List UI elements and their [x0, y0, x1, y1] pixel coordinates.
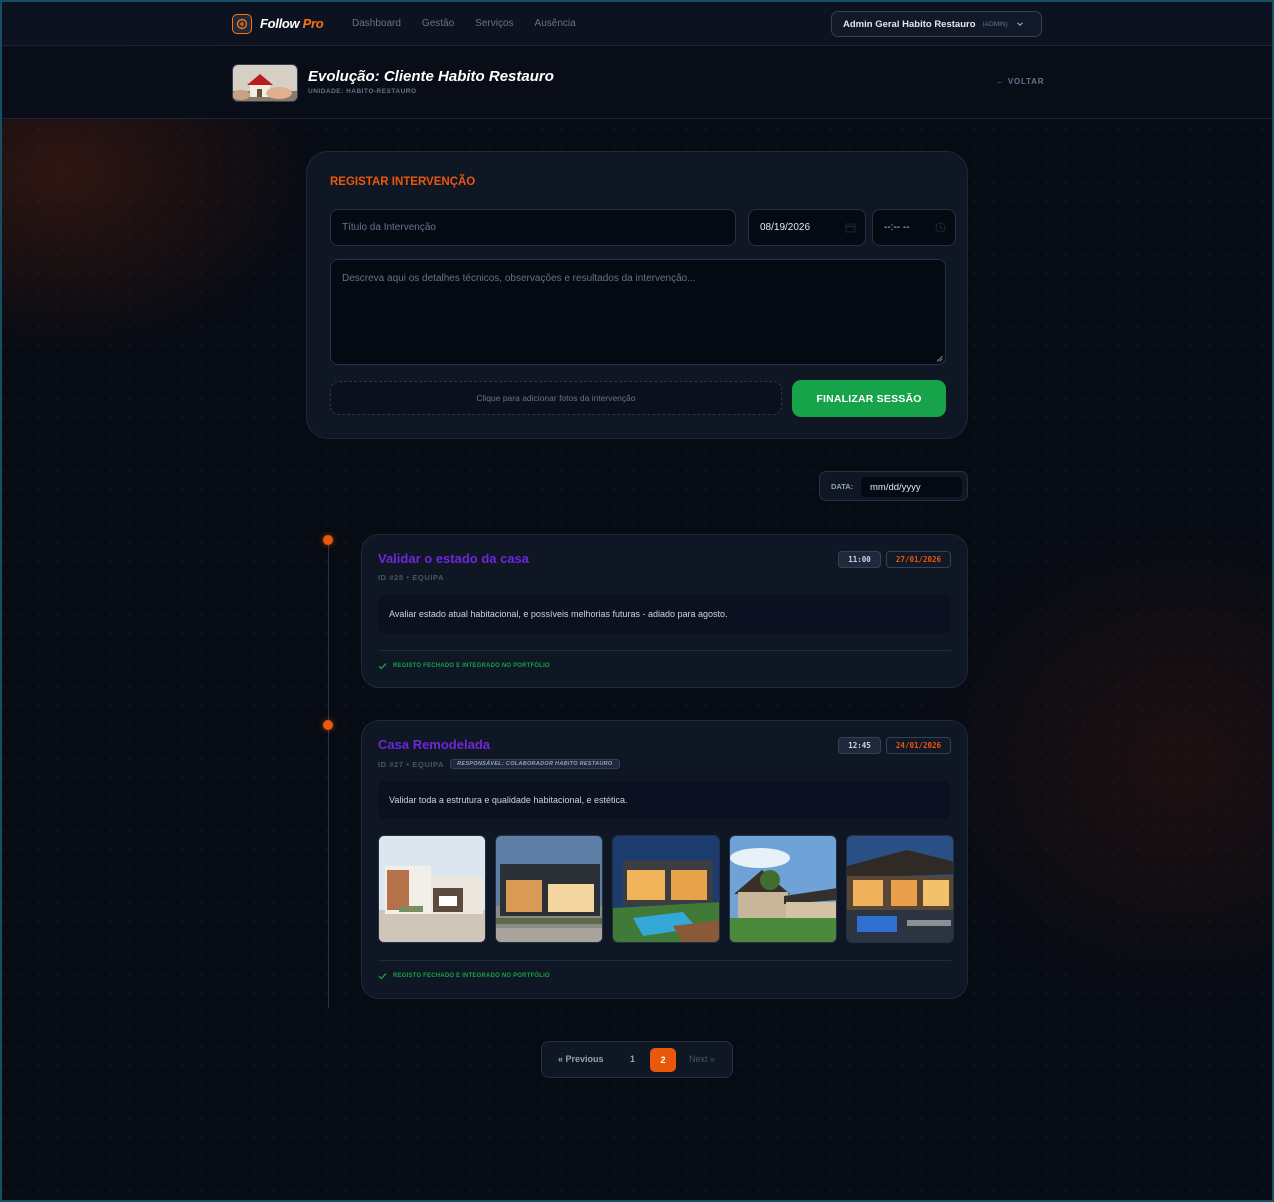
finish-session-button[interactable]: FINALIZAR SESSÃO — [792, 380, 946, 417]
check-icon — [378, 663, 387, 670]
entry-status-text: REGISTO FECHADO E INTEGRADO NO PORTFÓLIO — [393, 663, 550, 669]
resize-handle-icon[interactable] — [936, 355, 943, 362]
entry-photo[interactable] — [495, 835, 603, 943]
entry-date-badge: 24/01/2026 — [886, 737, 951, 754]
page-title: Evolução: Cliente Habito Restauro — [308, 68, 554, 85]
time-value: --:-- -- — [884, 222, 910, 233]
responsible-badge: RESPONSÁVEL: COLABORADOR HABITO RESTAURO — [450, 759, 620, 769]
date-value: 08/19/2026 — [760, 222, 811, 233]
entry-photo[interactable] — [846, 835, 954, 943]
entry-title: Validar o estado da casa — [378, 551, 530, 566]
timeline-entry: Casa Remodelada ID #27 • EQUIPA RESPONSÁ… — [361, 720, 968, 999]
entry-meta: ID #28 • EQUIPA — [378, 573, 444, 582]
calendar-icon[interactable] — [845, 222, 856, 233]
entry-description: Avaliar estado atual habitacional, e pos… — [378, 595, 951, 633]
description-placeholder: Descreva aqui os detalhes técnicos, obse… — [342, 273, 696, 284]
pagination-next[interactable]: Next » — [689, 1054, 715, 1064]
top-nav: Follow Pro Dashboard Gestão Serviços Aus… — [2, 2, 1272, 46]
entry-photo[interactable] — [612, 835, 720, 943]
entry-divider — [378, 960, 951, 961]
photo-upload-dropzone[interactable]: Clique para adicionar fotos da intervenç… — [330, 381, 782, 415]
page-header: Evolução: Cliente Habito Restauro UNIDAD… — [2, 47, 1272, 119]
entry-id: ID #27 • EQUIPA — [378, 759, 445, 769]
entry-title: Casa Remodelada — [378, 737, 490, 752]
entry-photo[interactable] — [729, 835, 837, 943]
entry-photo-gallery — [378, 835, 954, 943]
entry-divider — [378, 650, 951, 651]
timeline-entry: Validar o estado da casa ID #28 • EQUIPA… — [361, 534, 968, 688]
pagination-page-1[interactable]: 1 — [630, 1054, 635, 1064]
intervention-title-input[interactable]: Título da Intervenção — [330, 209, 736, 246]
timeline-line — [328, 542, 329, 1008]
intervention-description-textarea[interactable]: Descreva aqui os detalhes técnicos, obse… — [330, 259, 946, 365]
pagination-page-2-current[interactable]: 2 — [650, 1048, 676, 1072]
client-thumbnail — [232, 64, 298, 102]
check-icon — [378, 973, 387, 980]
nav-servicos[interactable]: Serviços — [475, 18, 513, 29]
entry-status: REGISTO FECHADO E INTEGRADO NO PORTFÓLIO — [378, 662, 550, 670]
entry-time-badge: 11:00 — [838, 551, 881, 568]
nav-links: Dashboard Gestão Serviços Ausência — [352, 18, 597, 29]
back-link[interactable]: ← VOLTAR — [996, 77, 1044, 86]
brand-accent: Pro — [302, 16, 324, 31]
entry-meta: ID #27 • EQUIPA RESPONSÁVEL: COLABORADOR… — [378, 759, 620, 769]
intervention-form: REGISTAR INTERVENÇÃO Título da Intervenç… — [306, 151, 968, 439]
nav-ausencia[interactable]: Ausência — [535, 18, 576, 29]
timeline-dot — [323, 535, 333, 545]
user-name: Admin Geral Habito Restauro — [843, 18, 976, 30]
pagination-previous[interactable]: « Previous — [558, 1054, 604, 1064]
entry-date-badge: 27/01/2026 — [886, 551, 951, 568]
chevron-down-icon — [1016, 22, 1023, 27]
pagination: « Previous 1 2 Next » — [541, 1041, 733, 1078]
nav-gestao[interactable]: Gestão — [422, 18, 454, 29]
entry-id: ID #28 • EQUIPA — [378, 573, 445, 582]
brand-logo[interactable]: Follow Pro — [260, 16, 324, 31]
entry-status: REGISTO FECHADO E INTEGRADO NO PORTFÓLIO — [378, 972, 550, 980]
nav-dashboard[interactable]: Dashboard — [352, 18, 401, 29]
entry-description: Validar toda a estrutura e qualidade hab… — [378, 781, 951, 819]
user-menu-button[interactable]: Admin Geral Habito Restauro (ADMIN) — [831, 11, 1042, 37]
form-heading: REGISTAR INTERVENÇÃO — [330, 176, 476, 188]
brand-main: Follow — [260, 16, 300, 31]
logo-icon[interactable] — [232, 14, 252, 34]
date-filter-label: DATA: — [831, 482, 854, 491]
unit-label: UNIDADE: HABITO-RESTAURO — [308, 88, 417, 95]
entry-photo[interactable] — [378, 835, 486, 943]
date-filter: DATA: mm/dd/yyyy — [819, 471, 968, 501]
date-filter-input[interactable]: mm/dd/yyyy — [861, 477, 962, 497]
user-role: (ADMIN) — [982, 20, 1008, 28]
entry-time-badge: 12:45 — [838, 737, 881, 754]
timeline-dot — [323, 720, 333, 730]
entry-status-text: REGISTO FECHADO E INTEGRADO NO PORTFÓLIO — [393, 973, 550, 979]
intervention-time-input[interactable]: --:-- -- — [872, 209, 956, 246]
intervention-date-input[interactable]: 08/19/2026 — [748, 209, 866, 246]
clock-icon[interactable] — [935, 222, 946, 233]
